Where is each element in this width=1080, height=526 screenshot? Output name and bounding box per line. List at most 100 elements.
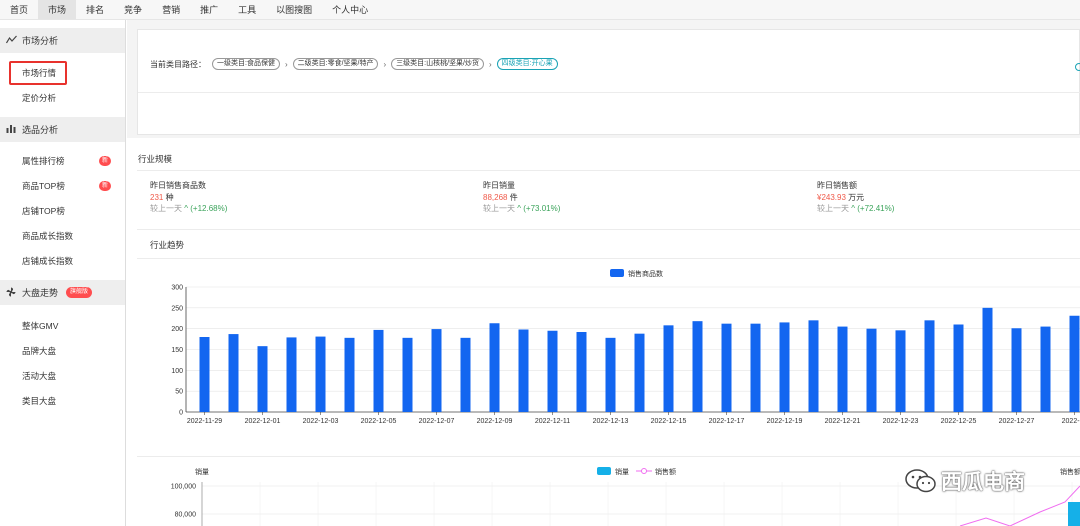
x-tick-label: 2022-12-13 [593,418,629,425]
sidebar-item-label: 品牌大盘 [22,345,57,356]
bar [808,320,819,412]
bar [634,333,645,412]
sidebar-item-goods-growth[interactable]: 商品成长指数 [0,223,125,248]
sidebar-group-label: 市场分析 [22,36,59,46]
stat-unit: 种 [165,192,174,202]
sidebar-item-overall-gmv[interactable]: 整体GMV [0,313,125,338]
x-tick-label: 2022-12-09 [477,418,513,425]
stat-unit: 件 [509,192,518,202]
stat-label: 昨日销售商品数 [150,181,206,190]
nav-item[interactable]: 排名 [76,0,114,19]
nav-item[interactable]: 营销 [152,0,190,19]
sidebar-group-select[interactable]: 选品分析 [0,117,125,142]
fan-icon [4,286,18,299]
top-nav: 首页 市场 排名 竞争 营销 推广 工具 以图搜图 个人中心 [0,0,1080,20]
legend-label-sales: 销量 [615,467,629,476]
nav-item[interactable]: 首页 [0,0,38,19]
breadcrumb: 当前类目路径： 一级类目:食品保健 › 二级类目:零食/坚果/特产 › 三级类目… [150,58,558,70]
y-tick-label: 200 [171,326,183,333]
breadcrumb-level-1[interactable]: 一级类目:食品保健 [212,58,280,70]
stat-label: 昨日销售额 [817,181,857,190]
sidebar-item-goods-top[interactable]: 商品TOP榜 新 [0,173,125,198]
sidebar-item-shop-top[interactable]: 店铺TOP榜 [0,198,125,223]
bar [257,346,268,412]
x-tick-label: 2022-12-25 [941,418,977,425]
trend-line-icon [4,35,18,46]
sidebar-item-attr-rank[interactable]: 属性排行榜 新 [0,148,125,173]
bar [692,321,703,412]
bar [1011,328,1022,412]
sidebar-item-label: 整体GMV [22,320,59,331]
y-tick-label: 80,000 [175,512,197,519]
nav-item[interactable]: 竞争 [114,0,152,19]
goods-count-bar-chart: 销售商品数 0 50 100 150 200 250 300 2022-11-29 2022-12… [171,269,1080,425]
bar [518,329,529,412]
y-tick-label: 50 [175,389,183,396]
nav-item[interactable]: 市场 [38,0,77,19]
right-axis-label: 销售额 [1060,467,1080,476]
sidebar-item-label: 类目大盘 [22,395,57,406]
stat-change: (+72.41%) [857,204,895,213]
nav-item[interactable]: 个人中心 [322,0,378,19]
arrow-up-icon: ^ [517,204,521,213]
bar [344,337,355,412]
trend-title: 行业趋势 [150,240,185,250]
y-tick-label: 0 [179,410,183,417]
nav-item[interactable]: 推广 [190,0,228,19]
sales-bar [1068,502,1080,526]
sidebar-item-shop-growth[interactable]: 店铺成长指数 [0,248,125,273]
sidebar-item-category[interactable]: 类目大盘 [0,388,125,413]
chevron-right-icon: › [383,59,387,69]
watermark-text: 西瓜电商 [941,471,1025,494]
nav-item[interactable]: 以图搜图 [266,0,322,19]
info-circle-icon[interactable] [1075,63,1080,71]
sidebar-group-label: 大盘走势 [22,288,59,298]
x-tick-label: 2022-12-03 [303,418,339,425]
divider [137,229,1080,230]
x-tick-label: 2022-12-19 [767,418,803,425]
sidebar-item-label: 定价分析 [22,92,57,103]
bar [837,326,848,412]
legend-label: 销售商品数 [628,269,663,278]
sidebar-item-label: 商品成长指数 [22,230,74,241]
bar [750,323,761,412]
breadcrumb-level-2[interactable]: 二级类目:零食/坚果/特产 [292,58,379,70]
sidebar-group-trend[interactable]: 大盘走势 旗舰版 [0,280,125,305]
new-badge: 新 [99,156,111,166]
bar [982,307,993,412]
stat-compare: 较上一天 [817,204,849,213]
breadcrumb-label: 当前类目路径： [150,59,206,69]
stat-unit: 万元 [848,192,865,202]
bar [663,325,674,412]
sidebar-item-activity[interactable]: 活动大盘 [0,363,125,388]
sidebar: 市场分析 市场行情 定价分析 选品分析 属性排行榜 新 商品TOP榜 新 店铺T… [0,20,126,526]
legend-label-amount: 销售额 [655,467,676,476]
stat-value: 231 [150,192,164,202]
divider [137,170,1080,171]
breadcrumb-level-3[interactable]: 三级类目:山核桃/坚果/炒货 [391,58,484,70]
x-tick-label: 2022-11-29 [187,418,222,425]
y-tick-label: 300 [171,285,183,292]
sidebar-group-market[interactable]: 市场分析 [0,28,125,53]
bar [489,323,500,412]
stat-sales-amount: 昨日销售额 ¥243.93 万元 较上一天 ^ (+72.41%) [817,180,894,215]
x-tick-label: 2022-12-15 [651,418,687,425]
sidebar-item-brand[interactable]: 品牌大盘 [0,338,125,363]
y-tick-label: 150 [171,347,183,354]
stat-value: 243.93 [821,192,846,202]
bar-chart-icon [4,124,18,135]
sidebar-item-label: 店铺TOP榜 [22,205,65,216]
arrow-up-icon: ^ [184,204,188,213]
bar [895,330,906,412]
bar [924,320,935,412]
sidebar-item-pricing[interactable]: 定价分析 [0,85,125,110]
bar [576,332,587,412]
y-tick-label: 250 [171,305,183,312]
divider [137,258,1080,259]
sidebar-item-label: 属性排行榜 [22,155,65,166]
highlight-box [9,61,67,85]
breadcrumb-level-4[interactable]: 四级类目:开心果 [496,58,558,70]
nav-item[interactable]: 工具 [228,0,266,19]
breadcrumb-panel [137,29,1080,135]
arrow-up-icon: ^ [851,204,855,213]
